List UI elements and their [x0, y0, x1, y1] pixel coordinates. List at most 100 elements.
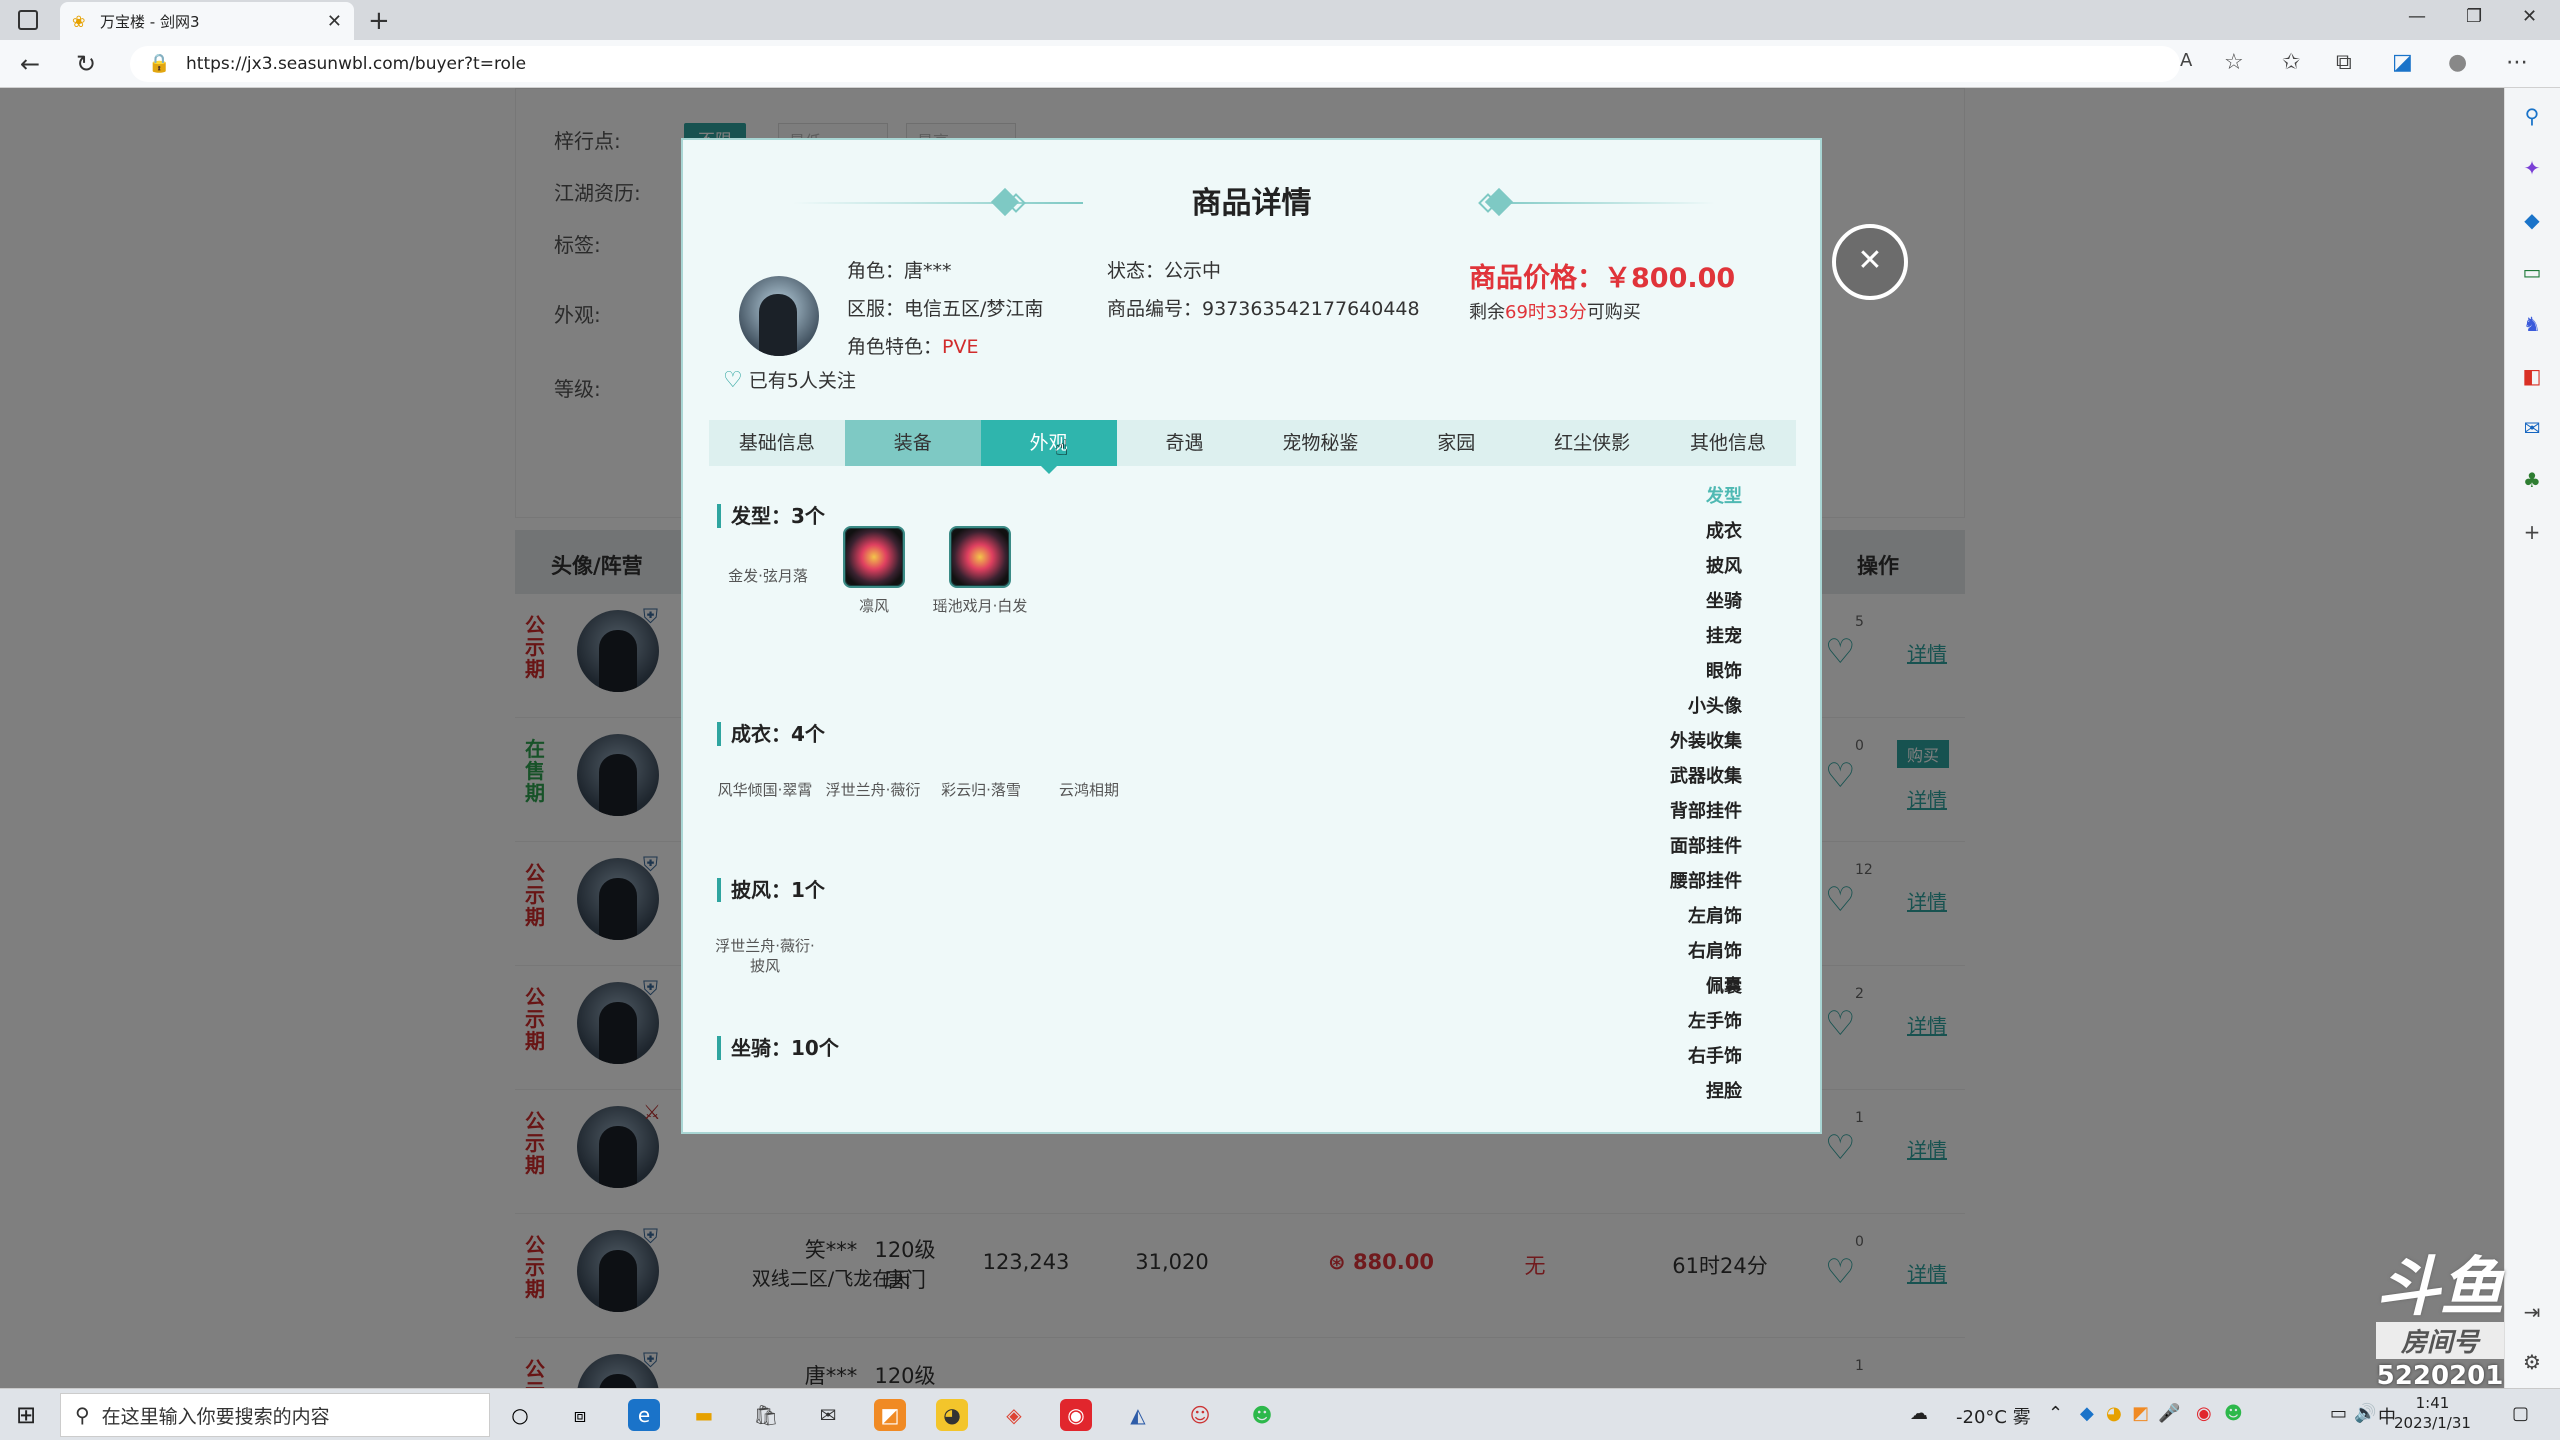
edge-extension-icon[interactable]: ◪ — [2392, 50, 2413, 75]
outfit-item: 风华倾国·翠霄 — [717, 781, 813, 799]
anchor-hair[interactable]: 发型 — [1706, 482, 1742, 508]
anchor-cloak[interactable]: 披风 — [1706, 552, 1742, 578]
cortana-icon[interactable]: ○ — [504, 1399, 536, 1431]
anchor-appearance-collection[interactable]: 外装收集 — [1670, 727, 1742, 753]
new-tab-icon[interactable]: + — [368, 6, 390, 36]
task-view-icon[interactable]: ⧈ — [564, 1399, 596, 1431]
volume-icon[interactable]: 🔊 — [2354, 1403, 2376, 1424]
tools-icon[interactable]: ▭ — [2519, 260, 2545, 286]
mail-icon[interactable]: ✉ — [812, 1399, 844, 1431]
url-field[interactable]: 🔒 https://jx3.seasunwbl.com/buyer?t=role — [130, 46, 2180, 82]
watermark-logo: 斗鱼 — [2376, 1251, 2504, 1325]
weather-text: -20°C 雾 — [1956, 1407, 2031, 1428]
anchor-right-shoulder[interactable]: 右肩饰 — [1688, 937, 1742, 963]
tab-home[interactable]: 家园 — [1388, 420, 1524, 466]
edge-icon[interactable]: e — [628, 1399, 660, 1431]
anchor-left-shoulder[interactable]: 左肩饰 — [1688, 902, 1742, 928]
notification-icon[interactable]: ▢ — [2512, 1403, 2529, 1424]
outfit-item: 浮世兰舟·薇衍 — [825, 781, 921, 799]
windows-start-icon[interactable]: ⊞ — [16, 1401, 36, 1429]
office-icon[interactable]: ◧ — [2519, 364, 2545, 390]
close-tab-icon[interactable]: ✕ — [327, 11, 342, 32]
browser-tab[interactable]: ❀ 万宝楼 - 剑网3 ✕ — [60, 2, 354, 40]
clock-date: 2023/1/31 — [2394, 1414, 2471, 1432]
tray-weibo-icon[interactable]: ◉ — [2196, 1403, 2212, 1424]
anchor-eye-accessory[interactable]: 眼饰 — [1706, 657, 1742, 683]
tab-adventure[interactable]: 奇遇 — [1117, 420, 1253, 466]
app-owl-icon[interactable]: ◕ — [936, 1399, 968, 1431]
restore-icon[interactable]: ❐ — [2466, 6, 2482, 27]
tray-app-icon[interactable]: ◆ — [2080, 1403, 2094, 1424]
app-orange-icon[interactable]: ◩ — [874, 1399, 906, 1431]
address-bar: ← ↻ 🔒 https://jx3.seasunwbl.com/buyer?t=… — [0, 40, 2560, 88]
tab-appearance[interactable]: 外观 — [980, 420, 1117, 474]
read-aloud-icon[interactable]: A — [2180, 50, 2192, 71]
state-label: 状态： — [1107, 260, 1165, 282]
add-icon[interactable]: + — [2519, 520, 2545, 546]
tray-app-icon[interactable]: ◩ — [2132, 1403, 2149, 1424]
profile-icon[interactable]: ● — [2448, 50, 2467, 75]
anchor-weapon-collection[interactable]: 武器收集 — [1670, 762, 1742, 788]
close-window-icon[interactable]: ✕ — [2522, 6, 2537, 27]
app-avatar-icon[interactable]: ☺ — [1184, 1399, 1216, 1431]
anchor-small-avatar[interactable]: 小头像 — [1688, 692, 1742, 718]
watermark-room-label: 房间号 — [2376, 1322, 2504, 1359]
settings-more-icon[interactable]: ⋯ — [2506, 50, 2528, 75]
gear-icon[interactable]: ⚙ — [2519, 1350, 2545, 1376]
tab-companions[interactable]: 红尘侠影 — [1524, 420, 1660, 466]
tree-icon[interactable]: ♣ — [2519, 468, 2545, 494]
minimize-icon[interactable]: — — [2408, 6, 2426, 27]
clock[interactable]: 1:41 2023/1/31 — [2394, 1393, 2471, 1433]
anchor-back-pendant[interactable]: 背部挂件 — [1670, 797, 1742, 823]
tray-expand-icon[interactable]: ⌃ — [2048, 1403, 2063, 1424]
sidebar-collapse-icon[interactable]: ⇥ — [2519, 1300, 2545, 1326]
code-value: 937363542177640448 — [1202, 298, 1420, 320]
watermark-room-number: 5220201 — [2376, 1361, 2504, 1391]
outlook-icon[interactable]: ✉ — [2519, 416, 2545, 442]
clock-time: 1:41 — [2415, 1394, 2450, 1412]
favorites-icon[interactable]: ✩ — [2282, 50, 2300, 75]
shopping-icon[interactable]: ◆ — [2519, 208, 2545, 234]
modal-title: 商品详情 — [1191, 186, 1312, 221]
anchor-mount[interactable]: 坐骑 — [1706, 587, 1742, 613]
store-icon[interactable]: 🛍 — [750, 1399, 782, 1431]
microphone-icon[interactable]: 🎤 — [2158, 1403, 2180, 1424]
tab-equipment[interactable]: 装备 — [844, 420, 981, 466]
tray-wechat-icon[interactable]: ☻ — [2224, 1403, 2243, 1424]
app-game-icon[interactable]: ◈ — [998, 1399, 1030, 1431]
taskbar-search[interactable]: ⚲ 在这里输入你要搜索的内容 — [60, 1393, 490, 1437]
anchor-outfit[interactable]: 成衣 — [1706, 517, 1742, 543]
modal-close-button[interactable]: ✕ — [1832, 224, 1908, 300]
search-icon[interactable]: ⚲ — [2519, 104, 2545, 130]
anchor-waist-pendant[interactable]: 腰部挂件 — [1670, 867, 1742, 893]
file-explorer-icon[interactable]: ▬ — [688, 1399, 720, 1431]
feature-info: 角色特色：PVE — [847, 332, 978, 359]
add-favorite-icon[interactable]: ☆ — [2224, 50, 2244, 75]
refresh-icon[interactable]: ↻ — [76, 50, 96, 78]
outfit-item: 彩云归·落雪 — [941, 781, 1021, 799]
anchor-pet[interactable]: 挂宠 — [1706, 622, 1742, 648]
heart-icon[interactable]: ♡ — [723, 368, 743, 393]
tab-pets[interactable]: 宠物秘鉴 — [1253, 420, 1389, 466]
anchor-face-sculpt[interactable]: 捏脸 — [1706, 1077, 1742, 1103]
back-icon[interactable]: ← — [20, 50, 40, 78]
tab-other-info[interactable]: 其他信息 — [1660, 420, 1796, 466]
tray-app-icon[interactable]: ◕ — [2106, 1403, 2122, 1424]
anchor-pouch[interactable]: 佩囊 — [1706, 972, 1742, 998]
copilot-icon[interactable]: ✦ — [2519, 156, 2545, 182]
hair-item-icon — [843, 526, 905, 588]
games-icon[interactable]: ♞ — [2519, 312, 2545, 338]
tab-basic-info[interactable]: 基础信息 — [709, 420, 845, 466]
app-jx3-icon[interactable]: ◭ — [1122, 1399, 1154, 1431]
collections-icon[interactable]: ⧉ — [2336, 50, 2352, 75]
price-label: 商品价格： — [1469, 263, 1604, 294]
weibo-icon[interactable]: ◉ — [1060, 1399, 1092, 1431]
window-menu-icon[interactable] — [18, 10, 38, 30]
anchor-left-hand[interactable]: 左手饰 — [1688, 1007, 1742, 1033]
wechat-icon[interactable]: ☻ — [1246, 1399, 1278, 1431]
network-icon[interactable]: ▭ — [2330, 1403, 2347, 1424]
anchor-right-hand[interactable]: 右手饰 — [1688, 1042, 1742, 1068]
anchor-face-pendant[interactable]: 面部挂件 — [1670, 832, 1742, 858]
state-value: 公示中 — [1164, 260, 1222, 282]
follow-info[interactable]: ♡ 已有5人关注 — [723, 366, 856, 393]
